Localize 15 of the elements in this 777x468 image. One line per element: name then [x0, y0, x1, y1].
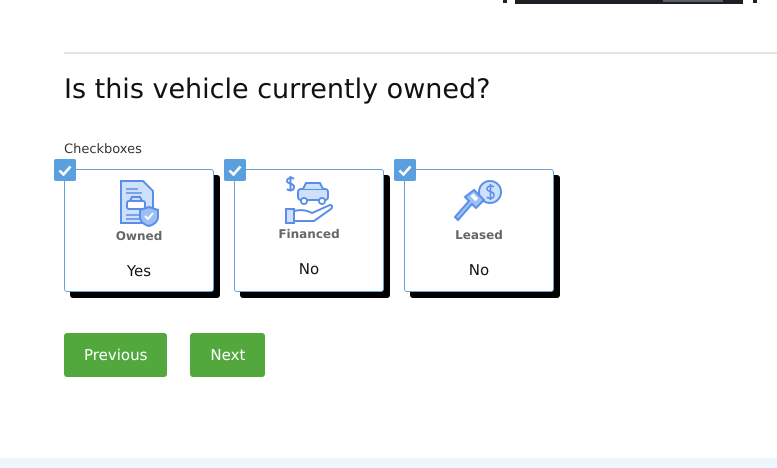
- check-icon: [228, 164, 242, 176]
- hand-car-dollar-icon: [284, 175, 334, 225]
- check-icon: [58, 164, 72, 176]
- option-caption: Financed: [278, 227, 340, 242]
- group-label: Checkboxes: [64, 142, 143, 158]
- checkbox[interactable]: [54, 159, 76, 181]
- option-caption: Leased: [455, 228, 503, 243]
- option-value: Yes: [126, 262, 152, 280]
- check-icon: [398, 164, 412, 176]
- checkbox[interactable]: [224, 159, 246, 181]
- option-value: No: [468, 261, 490, 279]
- option-caption: Owned: [116, 229, 162, 244]
- question-heading: Is this vehicle currently owned?: [64, 74, 492, 106]
- checkbox[interactable]: [394, 159, 416, 181]
- option-value: No: [298, 260, 320, 278]
